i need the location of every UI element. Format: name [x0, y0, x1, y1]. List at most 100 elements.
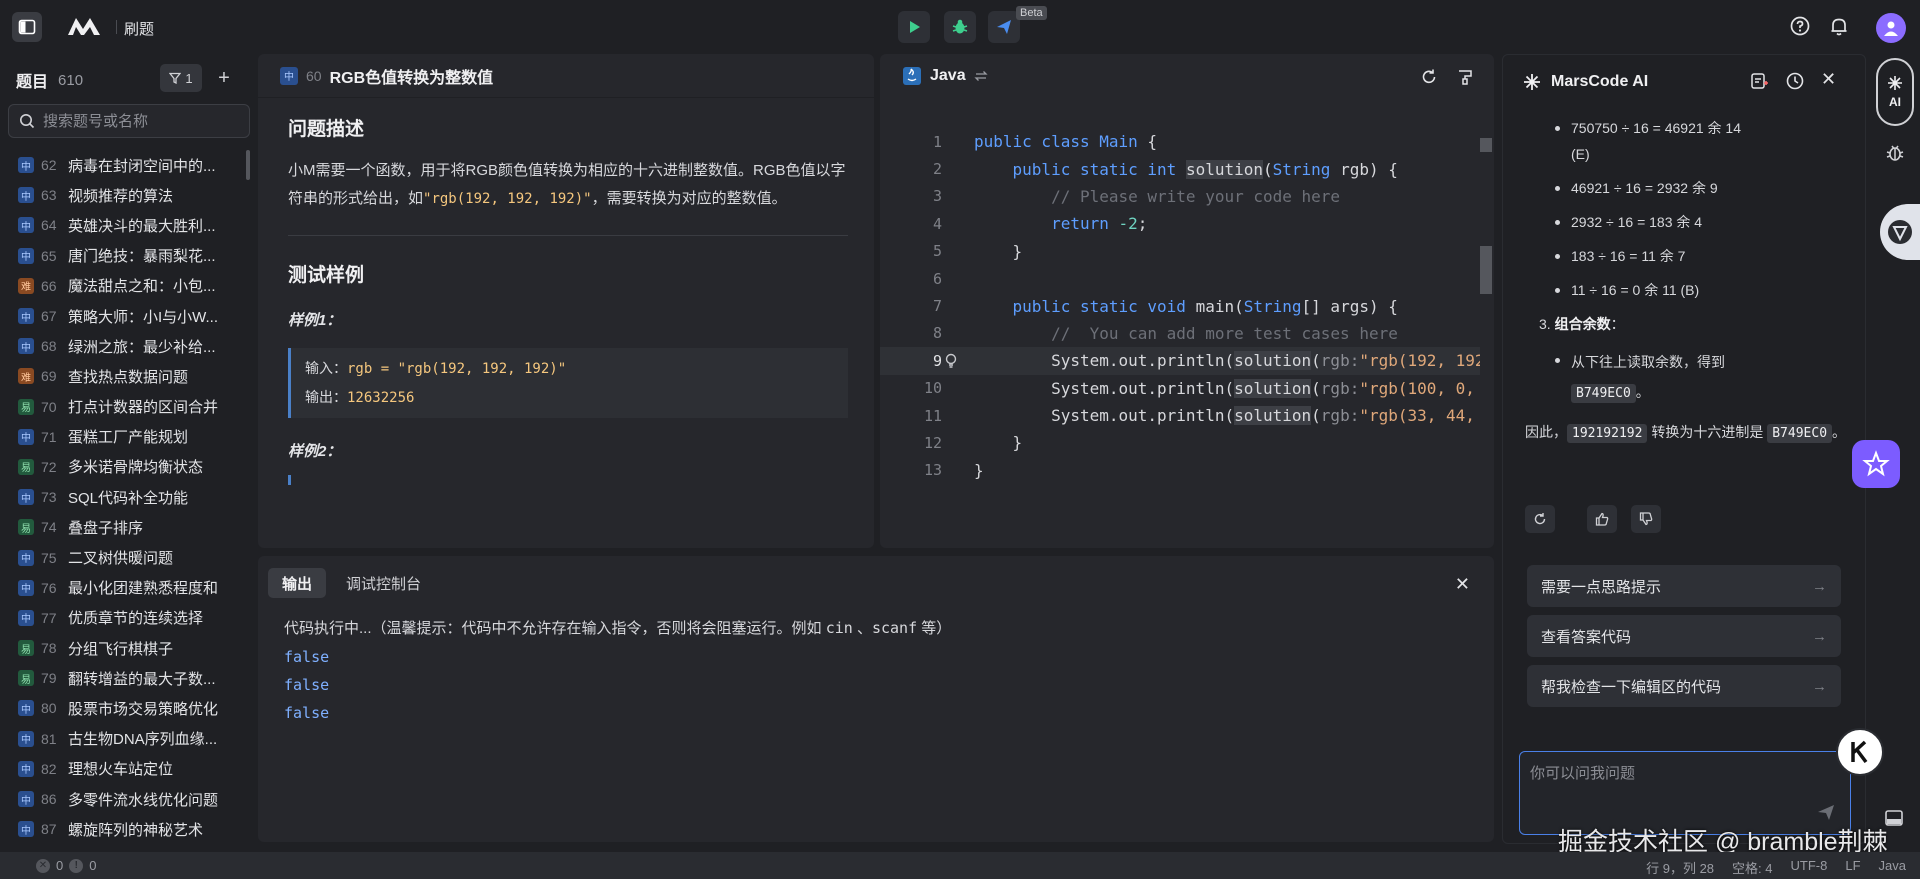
code-line: 2 public static int solution(String rgb)… [880, 155, 1480, 182]
code-area[interactable]: 1 public class Main { 2 public static int… [880, 128, 1480, 484]
question-item[interactable]: 中 82 理想火车站定位 [0, 754, 256, 784]
filter-button[interactable]: 1 [160, 64, 202, 92]
ai-text: 46921 ÷ 16 = 2932 余 9 [1571, 180, 1718, 196]
question-item[interactable]: 中 76 最小化团建熟悉程度和 [0, 573, 256, 603]
code-line: 10 System.out.println(solution(rgb:"rgb(… [880, 375, 1480, 402]
question-list-header: 题目 610 [16, 68, 83, 92]
keyword: public static int [1012, 159, 1177, 179]
thumbs-up-button[interactable] [1587, 505, 1617, 533]
question-item[interactable]: 难 69 查找热点数据问题 [0, 361, 256, 391]
line-ending[interactable]: LF [1845, 858, 1860, 877]
debug-button[interactable] [944, 11, 976, 43]
problems-indicator[interactable]: ✕ 0 ! 0 [36, 858, 96, 873]
format-code-icon[interactable] [1456, 68, 1474, 91]
question-item[interactable]: 难 66 魔法甜点之和：小包... [0, 271, 256, 301]
help-icon[interactable] [1789, 15, 1811, 42]
inline-code: scanf [871, 619, 918, 637]
regenerate-button[interactable] [1525, 505, 1555, 533]
question-item[interactable]: 易 74 叠盘子排序 [0, 512, 256, 542]
line-number: 1 [932, 132, 942, 151]
sidebar-toggle-icon[interactable] [12, 12, 42, 42]
minimap-marker [1480, 138, 1492, 152]
send-icon [997, 20, 1011, 34]
close-icon[interactable]: ✕ [1455, 574, 1470, 595]
question-item[interactable]: 中 87 螺旋阵列的神秘艺术 [0, 814, 256, 844]
question-item[interactable]: 中 65 唐门绝技：暴雨梨花... [0, 241, 256, 271]
arrow-right-icon: → [1812, 677, 1827, 695]
difficulty-badge: 中 [280, 66, 298, 85]
new-chat-icon[interactable] [1749, 71, 1769, 96]
search-input[interactable] [43, 112, 233, 130]
assistant-avatar[interactable] [1880, 204, 1920, 260]
function-name: solution [1234, 406, 1312, 426]
encoding[interactable]: UTF-8 [1791, 858, 1828, 877]
code-line: 8 // You can add more test cases here [880, 320, 1480, 347]
tab-output[interactable]: 输出 [268, 568, 327, 598]
question-item[interactable]: 中 77 优质章节的连续选择 [0, 603, 256, 633]
ai-text: 因此， [1525, 424, 1567, 440]
chat-input[interactable] [1530, 762, 1830, 792]
question-item[interactable]: 易 79 翻转增益的最大子数... [0, 663, 256, 693]
ai-toggle-button[interactable]: AI [1876, 58, 1914, 126]
reset-code-icon[interactable] [1420, 68, 1438, 91]
question-item[interactable]: 中 63 视频推荐的算法 [0, 180, 256, 210]
question-item[interactable]: 中 75 二叉树供暖问题 [0, 542, 256, 572]
arrow-right-icon: → [1812, 627, 1827, 645]
output-line: false [284, 648, 330, 666]
send-message-icon[interactable] [1816, 802, 1836, 822]
question-item[interactable]: 中 62 病毒在封闭空间中的... [0, 150, 256, 180]
sparkle-icon [1888, 76, 1902, 90]
ai-list-item: 2932 ÷ 16 = 183 余 4 [1525, 209, 1855, 235]
ai-assistant-float-button[interactable] [1852, 440, 1900, 488]
ai-text: 3. [1539, 316, 1551, 332]
suggestion-answer-button[interactable]: 查看答案代码 → [1527, 615, 1841, 657]
user-avatar[interactable] [1876, 13, 1906, 43]
difficulty-badge: 易 [18, 398, 34, 415]
lightbulb-icon[interactable] [944, 353, 958, 369]
inline-code: B749EC0 [1571, 384, 1636, 403]
language-selector[interactable]: Java [930, 67, 966, 85]
bug-report-icon[interactable] [1884, 142, 1906, 169]
question-item[interactable]: 中 71 蛋糕工厂产能规划 [0, 422, 256, 452]
question-item[interactable]: 中 80 股票市场交易策略优化 [0, 693, 256, 723]
ai-text: ： [1610, 316, 1625, 332]
k-logo-button[interactable] [1836, 728, 1884, 776]
question-title: 病毒在封闭空间中的... [68, 157, 216, 175]
divider [288, 235, 848, 236]
question-item[interactable]: 易 72 多米诺骨牌均衡状态 [0, 452, 256, 482]
language-mode[interactable]: Java [1879, 858, 1906, 877]
add-icon[interactable]: + [214, 64, 234, 92]
question-item[interactable]: 中 81 古生物DNA序列血缘... [0, 724, 256, 754]
cursor-position[interactable]: 行 9，列 28 [1646, 858, 1714, 877]
error-count: 0 [56, 858, 64, 873]
suggestion-label: 需要一点思路提示 [1541, 578, 1662, 596]
run-button[interactable] [898, 11, 930, 43]
suggestion-check-code-button[interactable]: 帮我检查一下编辑区的代码 → [1527, 665, 1841, 707]
question-item[interactable]: 中 64 英雄决斗的最大胜利... [0, 210, 256, 240]
editor-scrollbar[interactable] [1480, 246, 1492, 294]
tab-debug-console[interactable]: 调试控制台 [332, 568, 435, 598]
question-item[interactable]: 中 68 绿洲之旅：最少补给... [0, 331, 256, 361]
switch-language-icon[interactable] [974, 69, 988, 83]
close-icon[interactable]: ✕ [1821, 69, 1836, 90]
indentation[interactable]: 空格: 4 [1732, 858, 1772, 877]
question-number: 69 [41, 368, 57, 385]
suggestion-hint-button[interactable]: 需要一点思路提示 → [1527, 565, 1841, 607]
scrollbar[interactable] [246, 150, 250, 180]
question-item[interactable]: 中 73 SQL代码补全功能 [0, 482, 256, 512]
question-item[interactable]: 易 70 打点计数器的区间合并 [0, 392, 256, 422]
output-info: 代码执行中...（温馨提示：代码中不允许存在输入指令，否则将会阻塞运行。例如 c… [284, 614, 951, 643]
difficulty-badge: 难 [18, 277, 34, 294]
marscode-logo[interactable] [66, 15, 102, 42]
question-item[interactable]: 中 86 多零件流水线优化问题 [0, 784, 256, 814]
question-title: 打点计数器的区间合并 [68, 399, 219, 417]
problem-title: RGB色值转换为整数值 [329, 69, 494, 87]
ai-title: MarsCode AI [1551, 73, 1649, 90]
history-icon[interactable] [1785, 71, 1805, 96]
notification-bell-icon[interactable] [1828, 15, 1850, 42]
question-search[interactable] [8, 104, 250, 138]
question-item[interactable]: 易 78 分组飞行棋棋子 [0, 633, 256, 663]
question-item[interactable]: 中 67 策略大师：小I与小W... [0, 301, 256, 331]
nav-title[interactable]: 刷题 [124, 18, 154, 39]
thumbs-down-button[interactable] [1631, 505, 1661, 533]
